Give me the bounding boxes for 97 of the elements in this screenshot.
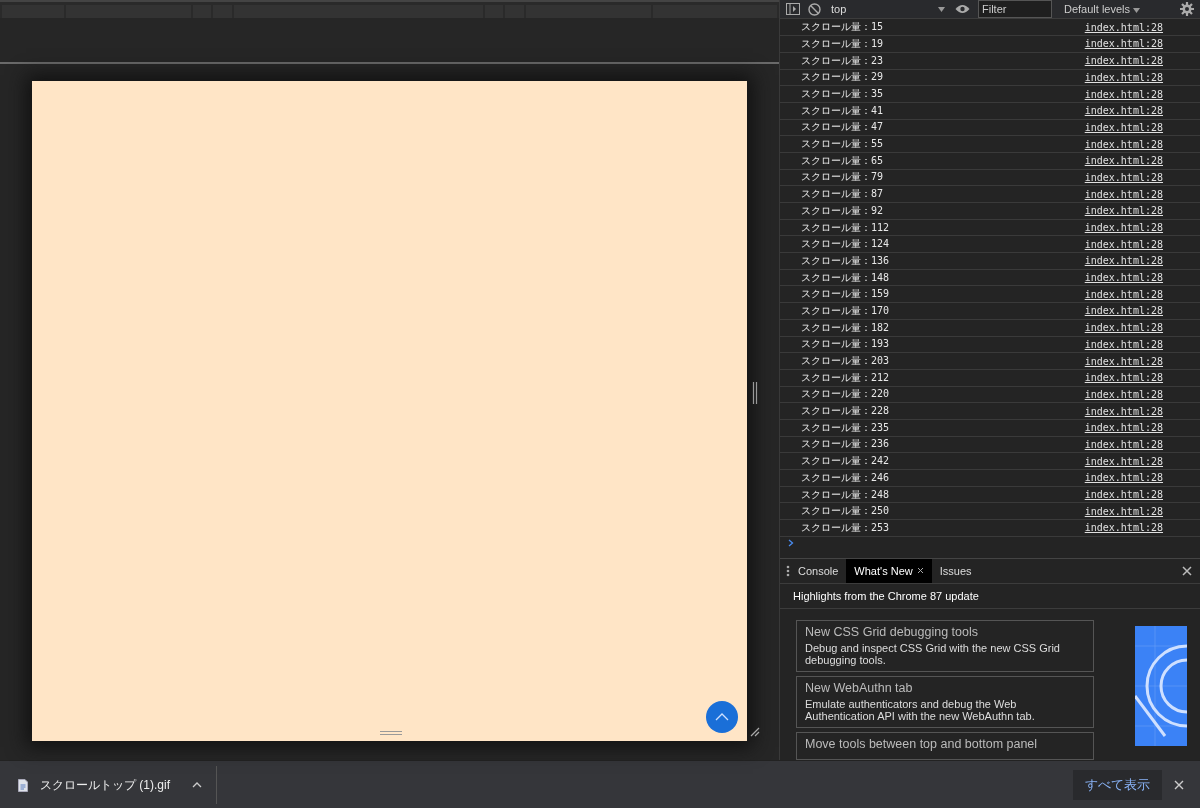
feature-card[interactable]: Move tools between top and bottom panel: [796, 732, 1094, 760]
source-link[interactable]: index.html:28: [1084, 422, 1163, 434]
log-message: スクロール量：55: [801, 137, 884, 152]
log-message: スクロール量：246: [801, 470, 890, 485]
log-message: スクロール量：193: [801, 337, 890, 352]
source-link[interactable]: index.html:28: [1084, 439, 1163, 450]
log-message: スクロール量：87: [801, 187, 884, 202]
card-title: Move tools between top and bottom panel: [805, 737, 1039, 751]
source-link[interactable]: index.html:28: [1084, 489, 1163, 501]
resize-handle-icon[interactable]: [380, 730, 402, 736]
log-message: スクロール量：148: [801, 270, 890, 285]
log-message: スクロール量：253: [801, 520, 890, 535]
settings-icon[interactable]: [1180, 2, 1194, 17]
feature-card[interactable]: New CSS Grid debugging tools Debug and inspect CSS Grid with the new CSS Grid debugging tools.: [796, 619, 1094, 672]
close-icon[interactable]: [1182, 565, 1192, 576]
log-message: スクロール量：203: [801, 354, 890, 369]
card-title: New CSS Grid debugging tools: [805, 624, 979, 639]
log-message: スクロール量：159: [801, 287, 890, 302]
source-link[interactable]: index.html:28: [1084, 472, 1163, 484]
context-select[interactable]: top: [829, 3, 947, 16]
log-message: スクロール量：79: [801, 170, 884, 185]
source-link[interactable]: index.html:28: [1084, 505, 1163, 517]
source-link[interactable]: index.html:28: [1084, 71, 1163, 83]
scroll-top-button[interactable]: [706, 701, 738, 733]
filter-field[interactable]: Filter: [978, 0, 1052, 19]
card-description: Debug and inspect CSS Grid with the new CSS Grid debugging tools.: [805, 641, 1061, 666]
source-link[interactable]: index.html:28: [1084, 405, 1163, 417]
source-link[interactable]: index.html:28: [1084, 322, 1163, 334]
log-message: スクロール量：19: [801, 37, 884, 51]
more-icon[interactable]: [786, 564, 790, 577]
source-link[interactable]: index.html:28: [1084, 355, 1163, 367]
log-message: スクロール量：23: [801, 53, 884, 68]
log-message: スクロール量：124: [801, 237, 890, 252]
file-icon: [18, 778, 28, 792]
log-message: スクロール量：29: [801, 70, 884, 85]
source-link[interactable]: index.html:28: [1084, 455, 1163, 467]
source-link[interactable]: index.html:28: [1084, 338, 1163, 350]
log-message: スクロール量：92: [801, 203, 884, 218]
source-link[interactable]: index.html:28: [1084, 288, 1163, 300]
levels-dropdown[interactable]: Default levels: [1060, 3, 1145, 16]
source-link[interactable]: index.html:28: [1084, 188, 1163, 200]
source-link[interactable]: index.html:28: [1084, 255, 1163, 267]
log-message: スクロール量：242: [801, 454, 890, 469]
log-message: スクロール量：235: [801, 420, 890, 435]
source-link[interactable]: index.html:28: [1084, 522, 1163, 534]
source-link[interactable]: index.html:28: [1084, 305, 1163, 317]
source-link[interactable]: index.html:28: [1084, 372, 1163, 384]
log-message: スクロール量：248: [801, 487, 890, 502]
log-message: スクロール量：112: [801, 220, 890, 235]
sidebar-toggle-icon[interactable]: [786, 3, 800, 16]
download-filename[interactable]: スクロールトップ (1).gif: [40, 776, 170, 794]
log-message: スクロール量：236: [801, 437, 890, 452]
log-message: スクロール量：220: [801, 387, 890, 402]
source-link[interactable]: index.html:28: [1084, 172, 1163, 183]
source-link[interactable]: index.html:28: [1084, 138, 1163, 150]
source-link[interactable]: index.html:28: [1084, 388, 1163, 400]
feature-card[interactable]: New WebAuthn tab Emulate authenticators and debug the Web Authentication API with the new WebAuthn tab.: [796, 675, 1094, 728]
caret-icon: [938, 6, 945, 12]
drawer-tab[interactable]: Console: [790, 558, 847, 583]
card-title: New WebAuthn tab: [805, 680, 914, 695]
resize-handle-icon[interactable]: [752, 382, 758, 404]
source-link[interactable]: index.html:28: [1084, 238, 1163, 250]
source-link[interactable]: index.html:28: [1084, 272, 1163, 284]
eye-icon[interactable]: [955, 4, 970, 15]
caret-icon: [1133, 8, 1141, 14]
log-message: スクロール量：15: [801, 20, 884, 35]
log-message: スクロール量：182: [801, 320, 890, 335]
log-message: スクロール量：136: [801, 253, 890, 268]
chevron-up-icon[interactable]: [192, 782, 202, 788]
log-message: スクロール量：35: [801, 87, 884, 102]
source-link[interactable]: index.html:28: [1084, 55, 1163, 67]
show-all-button[interactable]: すべて表示: [1073, 770, 1162, 800]
card-description: Emulate authenticators and debug the Web Authentication API with the new WebAuthn tab.: [805, 697, 1036, 722]
source-link[interactable]: index.html:28: [1084, 88, 1163, 100]
log-message: スクロール量：170: [801, 304, 890, 318]
source-link[interactable]: index.html:28: [1084, 105, 1163, 117]
whats-new-heading: Highlights from the Chrome 87 update: [793, 589, 979, 602]
drawer-tab[interactable]: What's New: [846, 558, 932, 583]
log-message: スクロール量：65: [801, 153, 884, 168]
close-icon[interactable]: [916, 567, 924, 575]
log-message: スクロール量：41: [801, 103, 884, 118]
drawer-tab[interactable]: Issues: [931, 558, 980, 583]
close-icon[interactable]: [1174, 780, 1184, 790]
log-message: スクロール量：250: [801, 504, 890, 519]
source-link[interactable]: index.html:28: [1084, 121, 1163, 133]
resize-corner-icon[interactable]: [750, 727, 760, 737]
clear-console-icon[interactable]: [808, 2, 821, 16]
source-link[interactable]: index.html:28: [1084, 21, 1163, 33]
log-message: スクロール量：228: [801, 404, 890, 419]
log-message: スクロール量：212: [801, 370, 890, 385]
source-link[interactable]: index.html:28: [1084, 222, 1163, 234]
source-link[interactable]: index.html:28: [1084, 155, 1163, 167]
chevron-up-icon: [715, 713, 729, 721]
source-link[interactable]: index.html:28: [1084, 205, 1163, 217]
prompt-icon: [788, 538, 794, 547]
log-message: スクロール量：47: [801, 120, 884, 135]
source-link[interactable]: index.html:28: [1084, 38, 1163, 50]
